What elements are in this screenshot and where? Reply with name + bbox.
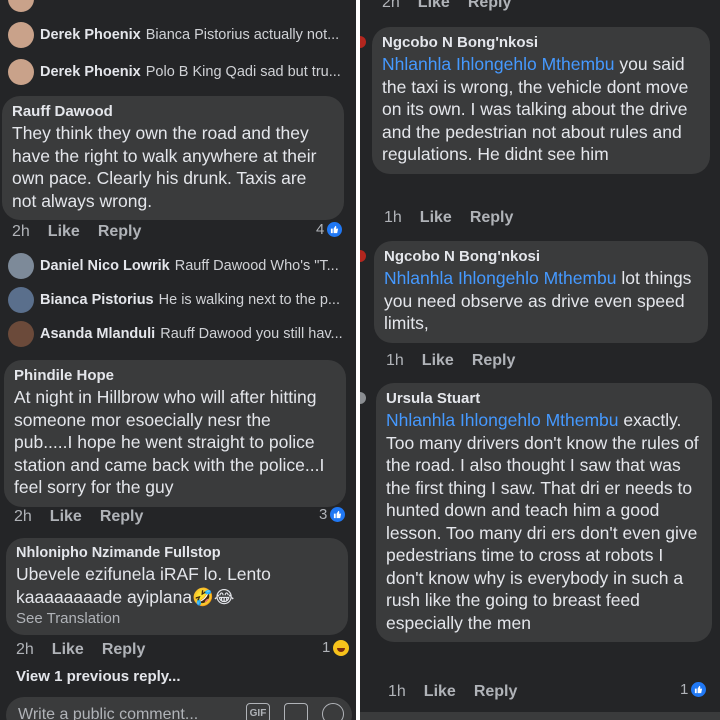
mini-reply[interactable]: Asanda Mlanduli Rauff Dawood you still h… (8, 321, 348, 347)
comment-bubble: Nhlonipho Nzimande Fullstop Ubevele ezif… (6, 538, 348, 635)
reply-author[interactable]: Derek Phoenix (40, 27, 141, 43)
comment-actions: 2h Like Reply (12, 223, 141, 241)
comment-actions: 1h Like Reply (388, 683, 517, 701)
comment-time[interactable]: 2h (14, 508, 32, 526)
reply-button[interactable]: Reply (102, 641, 146, 659)
comment-time[interactable]: 1h (388, 683, 406, 701)
view-previous-replies-link[interactable]: View 1 previous reply... (16, 668, 181, 685)
comment-actions: 1h Like Reply (384, 209, 513, 227)
avatar[interactable] (8, 253, 34, 279)
emoji-icon[interactable] (322, 703, 344, 720)
comment-text: They think they own the road and they ha… (12, 123, 317, 211)
thumbs-up-icon (327, 222, 343, 237)
comment-actions: 2h Like Reply (14, 508, 143, 526)
comment-author[interactable]: Ngcobo N Bong'nkosi (382, 34, 698, 51)
mention-link[interactable]: Nhlanhla Ihlongehlo Mthembu (382, 54, 615, 74)
avatar[interactable] (8, 287, 34, 313)
reply-preview: Bianca Pistorius actually not... (145, 27, 340, 43)
mini-reply[interactable]: Derek Phoenix Bianca Pistorius actually … (8, 22, 348, 48)
reply-author[interactable]: Daniel Nico Lowrik (40, 258, 170, 274)
like-button[interactable]: Like (418, 0, 450, 12)
reaction-count[interactable]: 1 (322, 639, 350, 656)
see-translation-link[interactable]: See Translation (16, 610, 336, 627)
gif-icon[interactable]: GIF (246, 703, 270, 720)
reaction-count[interactable]: 1 (680, 681, 707, 698)
mention-link[interactable]: Nhlanhla Ihlongehlo Mthembu (384, 268, 617, 288)
composer-placeholder: Write a public comment... (18, 706, 199, 720)
reaction-count[interactable]: 4 (316, 221, 343, 238)
comment-text: At night in Hillbrow who will after hitt… (14, 387, 325, 497)
comment-text: Ubevele ezifunela iRAF lo. Lento kaaaaaa… (16, 564, 271, 607)
mini-reply[interactable]: Derek Phoenix Polo B King Qadi sad but t… (8, 59, 348, 85)
reply-button[interactable]: Reply (98, 223, 142, 241)
comment-time[interactable]: 1h (386, 352, 404, 370)
comment-text: exactly. Too many drivers don't know the… (386, 410, 699, 633)
composer-edge (360, 712, 720, 720)
reaction-number: 3 (319, 506, 328, 523)
like-button[interactable]: Like (52, 641, 84, 659)
reply-button[interactable]: Reply (474, 683, 518, 701)
mini-reply-cut[interactable] (8, 0, 348, 12)
sticker-icon[interactable] (284, 703, 308, 720)
avatar[interactable] (360, 250, 366, 262)
comment-time[interactable]: 1h (384, 209, 402, 227)
avatar[interactable] (8, 59, 34, 85)
avatar[interactable] (360, 36, 366, 48)
left-screenshot-panel: Derek Phoenix Bianca Pistorius actually … (0, 0, 356, 720)
avatar[interactable] (8, 321, 34, 347)
mention-link[interactable]: Nhlanhla Ihlongehlo Mthembu (386, 410, 619, 430)
comment-time[interactable]: 2h (16, 641, 34, 659)
comment-time[interactable]: 2h (12, 223, 30, 241)
mini-reply[interactable]: Daniel Nico Lowrik Rauff Dawood Who's "T… (8, 253, 348, 279)
reply-preview: Rauff Dawood Who's "T... (174, 258, 339, 274)
comment-bubble: Phindile Hope At night in Hillbrow who w… (4, 360, 346, 507)
comment-bubble: Rauff Dawood They think they own the roa… (2, 96, 344, 220)
comment-composer[interactable]: Write a public comment... GIF (6, 697, 352, 720)
avatar[interactable] (360, 392, 366, 404)
reaction-number: 1 (680, 681, 689, 698)
comment-author[interactable]: Rauff Dawood (12, 103, 332, 120)
comment-author[interactable]: Ngcobo N Bong'nkosi (384, 248, 696, 265)
comment-time[interactable]: 2h (382, 0, 400, 12)
comment-author[interactable]: Nhlonipho Nzimande Fullstop (16, 545, 336, 561)
comment-actions: 2h Like Reply (382, 0, 511, 12)
reply-author[interactable]: Asanda Mlanduli (40, 326, 155, 342)
mini-reply[interactable]: Bianca Pistorius He is walking next to t… (8, 287, 348, 313)
reply-button[interactable]: Reply (100, 508, 144, 526)
reply-button[interactable]: Reply (468, 0, 512, 12)
avatar[interactable] (8, 22, 34, 48)
reply-preview: Polo B King Qadi sad but tru... (145, 64, 341, 80)
comment-bubble: Ngcobo N Bong'nkosi Nhlanhla Ihlongehlo … (372, 27, 710, 174)
like-button[interactable]: Like (50, 508, 82, 526)
like-button[interactable]: Like (420, 209, 452, 227)
comment-bubble: Ursula Stuart Nhlanhla Ihlongehlo Mthemb… (376, 383, 712, 642)
comment-actions: 1h Like Reply (386, 352, 515, 370)
reply-preview: He is walking next to the p... (158, 292, 340, 308)
reply-author[interactable]: Derek Phoenix (40, 64, 141, 80)
reaction-number: 1 (322, 639, 331, 656)
comment-author[interactable]: Phindile Hope (14, 367, 334, 384)
thumbs-up-icon (691, 682, 707, 697)
reply-author[interactable]: Bianca Pistorius (40, 292, 154, 308)
reply-preview: Rauff Dawood you still hav... (160, 326, 343, 342)
like-button[interactable]: Like (424, 683, 456, 701)
like-button[interactable]: Like (422, 352, 454, 370)
reply-button[interactable]: Reply (472, 352, 516, 370)
comment-actions: 2h Like Reply (16, 641, 145, 659)
right-screenshot-panel: 2h Like Reply Ngcobo N Bong'nkosi Nhlanh… (360, 0, 720, 720)
thumbs-up-icon (330, 507, 346, 522)
comment-author[interactable]: Ursula Stuart (386, 390, 700, 407)
comment-bubble: Ngcobo N Bong'nkosi Nhlanhla Ihlongehlo … (374, 241, 708, 343)
reaction-number: 4 (316, 221, 325, 238)
reaction-count[interactable]: 3 (319, 506, 346, 523)
avatar[interactable] (8, 0, 34, 12)
reply-button[interactable]: Reply (470, 209, 514, 227)
haha-icon (333, 639, 350, 656)
like-button[interactable]: Like (48, 223, 80, 241)
